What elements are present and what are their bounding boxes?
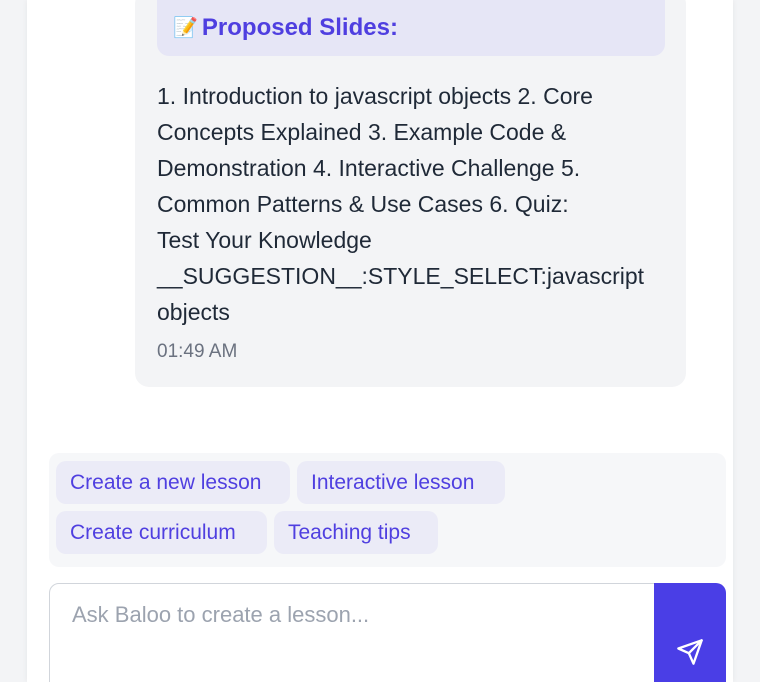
message-input[interactable]: [50, 584, 658, 682]
suggestion-chip-interactive-lesson[interactable]: Interactive lesson: [297, 461, 505, 504]
send-button[interactable]: [654, 583, 726, 682]
suggestion-chips: Create a new lesson Interactive lesson C…: [49, 453, 726, 567]
suggestion-chip-create-new-lesson[interactable]: Create a new lesson: [56, 461, 290, 504]
send-icon: [677, 639, 703, 665]
proposed-slides-title: Proposed Slides:: [201, 14, 398, 41]
message-input-box: [49, 583, 659, 682]
memo-icon: 📝: [173, 17, 198, 39]
suggestion-chip-create-curriculum[interactable]: Create curriculum: [56, 511, 267, 554]
message-text: 1. Introduction to javascript objects 2.…: [157, 83, 645, 325]
chat-panel: 📝 Proposed Slides: 1. Introduction to ja…: [27, 0, 733, 682]
message-timestamp: 01:49 AM: [157, 341, 238, 362]
assistant-message-bubble: 📝 Proposed Slides: 1. Introduction to ja…: [135, 0, 686, 387]
suggestion-chip-teaching-tips[interactable]: Teaching tips: [274, 511, 438, 554]
proposed-slides-header: 📝 Proposed Slides:: [157, 0, 665, 56]
